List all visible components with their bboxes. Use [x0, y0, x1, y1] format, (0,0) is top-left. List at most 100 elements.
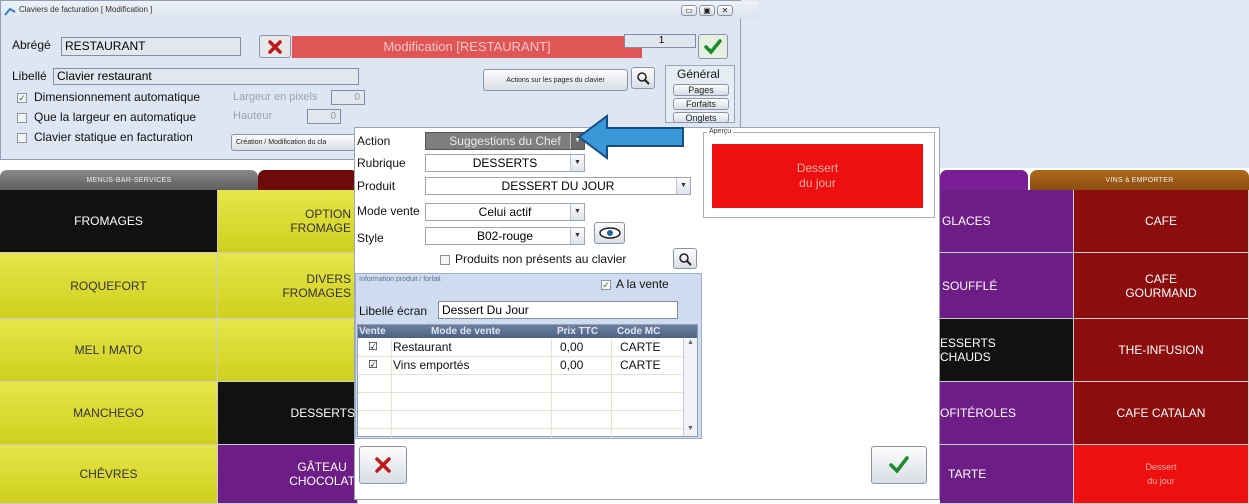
preview-eye-button[interactable]: [594, 222, 625, 244]
action-value: Suggestions du Chef: [449, 134, 561, 148]
key-empty-1[interactable]: [218, 319, 358, 382]
button-edit-dialog: Action Suggestions du Chef ▼ Rubrique DE…: [354, 127, 940, 500]
scroll-up-icon[interactable]: ▲: [687, 339, 694, 346]
key-dessert-du-jour[interactable]: Dessert du jour: [1074, 445, 1249, 504]
tab-purple[interactable]: [940, 170, 1028, 190]
largeur-auto-label: Que la largeur en automatique: [34, 110, 197, 124]
row-code: CARTE: [620, 358, 661, 372]
app-icon: [4, 4, 16, 16]
dim-auto-checkbox[interactable]: ✓: [17, 93, 27, 103]
red-x-icon: [268, 39, 282, 54]
key-glaces[interactable]: GLACES: [940, 190, 1074, 253]
largeur-field[interactable]: 0: [331, 90, 365, 105]
grid-header-prix: Prix TTC: [557, 326, 599, 337]
key-the-infusion[interactable]: THE-INFUSION: [1074, 319, 1249, 382]
key-profiteroles[interactable]: OFITÉROLES: [940, 382, 1074, 445]
action-label: Action: [357, 134, 391, 148]
search-button[interactable]: [631, 67, 655, 89]
a-la-vente-checkbox[interactable]: ✓: [601, 280, 611, 290]
mode-vente-label: Mode vente: [357, 204, 420, 218]
grid-header-mode: Mode de vente: [431, 326, 501, 337]
largeur-auto-checkbox[interactable]: [17, 113, 27, 123]
key-souffle[interactable]: SOUFFLÉ: [940, 253, 1074, 319]
tab-menus-bar-services[interactable]: MENUS-BAR-SERVICES: [0, 170, 258, 190]
grid-line: [358, 392, 683, 393]
grid-line: [358, 428, 683, 429]
grid-line: [358, 356, 683, 357]
green-check-icon: [889, 456, 909, 474]
grid-line: [611, 339, 612, 437]
row-vente-check[interactable]: ☑: [368, 339, 378, 355]
general-label: Général: [677, 67, 720, 81]
rubrique-select[interactable]: DESSERTS ▼: [425, 154, 585, 172]
red-x-icon: [375, 457, 391, 473]
search-icon: [637, 72, 650, 85]
chevron-down-icon[interactable]: ▼: [570, 228, 584, 244]
produits-non-presents-checkbox[interactable]: [440, 255, 450, 265]
produit-value: DESSERT DU JOUR: [501, 179, 615, 193]
info-title: Information produit / forfait: [359, 276, 441, 283]
row-code: CARTE: [620, 340, 661, 354]
produits-non-presents-label: Produits non présents au clavier: [455, 252, 627, 266]
abrege-field[interactable]: RESTAURANT: [61, 37, 241, 56]
key-cafe-gourmand[interactable]: CAFE GOURMAND: [1074, 253, 1249, 319]
key-option-fromage[interactable]: OPTION FROMAGE: [218, 190, 358, 253]
grid-line: [358, 410, 683, 411]
actions-pages-button[interactable]: Actions sur les pages du clavier: [483, 69, 628, 91]
validate-check-button[interactable]: [698, 34, 728, 59]
style-select[interactable]: B02-rouge ▼: [425, 227, 585, 245]
cancel-x-button[interactable]: [259, 35, 291, 58]
key-tarte[interactable]: TARTE: [940, 445, 1074, 504]
grid-header-vente: Vente: [359, 326, 386, 337]
pages-button[interactable]: Pages: [673, 84, 729, 96]
libelle-ecran-field[interactable]: Dessert Du Jour: [438, 301, 678, 319]
key-roquefort[interactable]: ROQUEFORT: [0, 253, 218, 319]
annotation-arrow-icon: [575, 112, 687, 162]
key-desserts-chauds[interactable]: ESSERTS CHAUDS: [940, 319, 1074, 382]
action-select[interactable]: Suggestions du Chef ▼: [425, 132, 585, 150]
key-fromages[interactable]: FROMAGES: [0, 190, 218, 253]
apercu-label: Aperçu: [707, 128, 734, 135]
libelle-field[interactable]: Clavier restaurant: [53, 68, 359, 85]
table-row[interactable]: ☑ Restaurant 0,00 CARTE: [358, 339, 683, 356]
creation-button[interactable]: Création / Modification du cla: [231, 134, 357, 151]
counter-field[interactable]: 1: [624, 34, 696, 48]
window-title: Claviers de facturation [ Modification ]: [1, 1, 758, 19]
statique-label: Clavier statique en facturation: [34, 130, 193, 144]
hauteur-field[interactable]: 0: [307, 109, 341, 124]
chevron-down-icon[interactable]: ▼: [570, 204, 584, 220]
tab-desserts-red[interactable]: [258, 170, 358, 190]
grid-line: [358, 374, 683, 375]
forfaits-button[interactable]: Forfaits: [673, 98, 729, 110]
apercu-preview-button[interactable]: Dessert du jour: [712, 144, 923, 208]
row-prix: 0,00: [560, 340, 584, 354]
tab-vins-a-emporter[interactable]: VINS à EMPORTER: [1030, 170, 1249, 190]
scroll-down-icon[interactable]: ▼: [687, 425, 694, 432]
table-row[interactable]: ☑ Vins emportés 0,00 CARTE: [358, 357, 683, 374]
grid-scrollbar[interactable]: ▲ ▼: [683, 339, 697, 436]
produit-label: Produit: [357, 179, 396, 193]
chevron-down-icon[interactable]: ▼: [676, 178, 690, 194]
key-desserts[interactable]: DESSERTS: [218, 382, 358, 445]
key-cafe[interactable]: CAFE: [1074, 190, 1249, 253]
produit-select[interactable]: DESSERT DU JOUR ▼: [425, 177, 691, 195]
mode-vente-value: Celui actif: [478, 205, 532, 219]
search-products-button[interactable]: [673, 248, 697, 269]
key-gateau-chocolat[interactable]: GÂTEAU CHOCOLAT: [218, 445, 358, 504]
grid-line: [391, 339, 392, 437]
eye-icon: [598, 227, 621, 239]
mode-vente-select[interactable]: Celui actif ▼: [425, 203, 585, 221]
key-manchego[interactable]: MANCHEGO: [0, 382, 218, 445]
style-label: Style: [357, 231, 384, 245]
key-cafe-catalan[interactable]: CAFE CATALAN: [1074, 382, 1249, 445]
minimize-button[interactable]: ▭: [681, 5, 697, 16]
validate-dialog-button[interactable]: [871, 446, 927, 484]
maximize-button[interactable]: ▣: [699, 5, 715, 16]
statique-checkbox[interactable]: [17, 133, 27, 143]
key-mel-i-mato[interactable]: MEL I MATO: [0, 319, 218, 382]
key-chevres[interactable]: CHÊVRES: [0, 445, 218, 504]
key-divers-fromages[interactable]: DIVERS FROMAGES: [218, 253, 358, 319]
row-vente-check[interactable]: ☑: [368, 357, 378, 373]
close-window-button[interactable]: ✕: [717, 5, 733, 16]
cancel-dialog-button[interactable]: [359, 446, 407, 484]
